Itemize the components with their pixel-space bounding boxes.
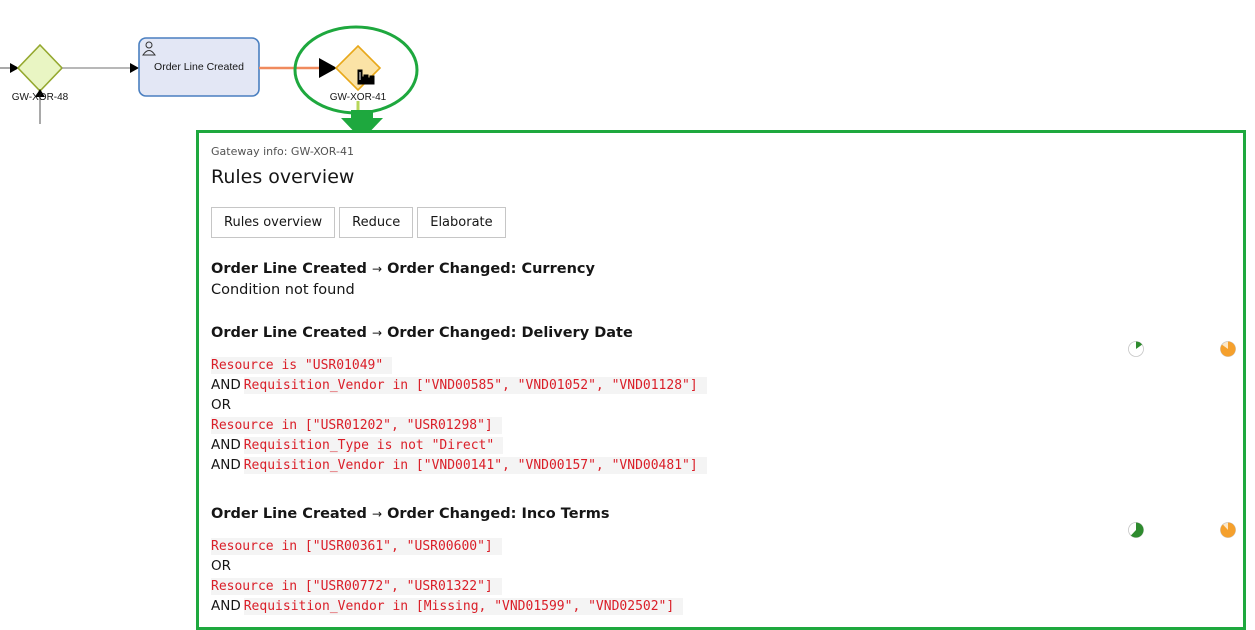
rule-line: AND Requisition_Type is not "Direct" bbox=[211, 435, 1111, 455]
view-mode-buttons: Rules overview Reduce Elaborate bbox=[211, 207, 506, 238]
rule-lines: Resource in ["USR00361", "USR00600"] OR … bbox=[211, 536, 1111, 616]
rule-line: Resource is "USR01049" bbox=[211, 355, 1111, 375]
rule-line: AND Requisition_Vendor in [Missing, "VND0… bbox=[211, 596, 1111, 616]
confidence-pie-orange bbox=[1220, 341, 1236, 357]
gateway-info-panel: Gateway info: GW-XOR-41 Rules overview R… bbox=[196, 130, 1246, 630]
sequence-flow-gw48-task bbox=[62, 63, 139, 73]
rule-lines: Resource is "USR01049" AND Requisition_Ve… bbox=[211, 355, 1111, 475]
gateway-gw-xor-48[interactable]: GW-XOR-48 bbox=[12, 43, 69, 124]
rule-section-title: Order Line Created → Order Changed: Deli… bbox=[211, 325, 633, 341]
confidence-pie-green bbox=[1128, 522, 1144, 538]
rule-section-inco-terms: Order Line Created → Order Changed: Inco… bbox=[211, 506, 1111, 616]
panel-title: Rules overview bbox=[211, 166, 355, 188]
rule-line: Resource in ["USR01202", "USR01298"] bbox=[211, 415, 1111, 435]
rule-section-title: Order Line Created → Order Changed: Inco… bbox=[211, 506, 610, 522]
rule-note: Condition not found bbox=[211, 282, 355, 298]
rule-line: OR bbox=[211, 397, 232, 413]
rule-section-currency: Order Line Created → Order Changed: Curr… bbox=[211, 261, 1111, 298]
rule-line: Resource in ["USR00361", "USR00600"] bbox=[211, 536, 1111, 556]
rules-overview-button[interactable]: Rules overview bbox=[211, 207, 336, 238]
confidence-pie-orange bbox=[1220, 522, 1236, 538]
sequence-flow-task-gw41 bbox=[259, 58, 337, 78]
confidence-pie-green bbox=[1128, 341, 1144, 357]
rule-section-delivery-date: Order Line Created → Order Changed: Deli… bbox=[211, 325, 1111, 475]
gateway-info-text: Gateway info: GW-XOR-41 bbox=[211, 145, 354, 158]
rule-section-title: Order Line Created → Order Changed: Curr… bbox=[211, 261, 595, 277]
rule-line: OR bbox=[211, 558, 232, 574]
pie-slice bbox=[1220, 522, 1236, 538]
elaborate-button[interactable]: Elaborate bbox=[417, 207, 506, 238]
task-label: Order Line Created bbox=[154, 61, 244, 73]
rule-line: AND Requisition_Vendor in ["VND00141", "V… bbox=[211, 455, 1111, 475]
gateway-label: GW-XOR-48 bbox=[12, 92, 69, 103]
sequence-flow-in bbox=[0, 63, 19, 73]
rule-line: AND Requisition_Vendor in ["VND00585", "V… bbox=[211, 375, 1111, 395]
rule-line: Resource in ["USR00772", "USR01322"] bbox=[211, 576, 1111, 596]
reduce-button[interactable]: Reduce bbox=[339, 207, 414, 238]
